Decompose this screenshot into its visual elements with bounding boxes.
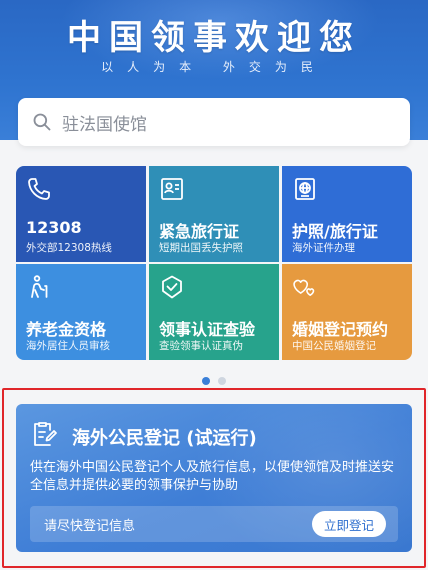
search-bar[interactable]: 驻法国使馆 xyxy=(18,98,410,146)
tile-emergency-travel-doc[interactable]: 紧急旅行证 短期出国丢失护照 xyxy=(149,166,279,262)
elderly-person-icon xyxy=(31,275,48,298)
search-icon xyxy=(33,113,51,131)
tile-title: 领事认证查验 xyxy=(159,320,256,339)
carousel-pager xyxy=(0,377,428,385)
hearts-icon xyxy=(293,279,315,297)
card-title: 海外公民登记 (试运行) xyxy=(72,428,257,449)
tile-marriage-registration[interactable]: 婚姻登记预约 中国公民婚姻登记 xyxy=(282,264,412,360)
pager-dot[interactable] xyxy=(218,377,226,385)
register-form-icon xyxy=(34,422,57,446)
shield-check-icon xyxy=(162,275,182,299)
search-input[interactable]: 驻法国使馆 xyxy=(62,110,147,135)
registration-prompt: 请尽快登记信息 xyxy=(44,518,136,534)
phone-icon xyxy=(28,178,50,200)
tile-consular-verification[interactable]: 领事认证查验 查验领事认证真伪 xyxy=(149,264,279,360)
tile-subtitle: 中国公民婚姻登记 xyxy=(292,340,376,352)
overseas-citizen-registration-card[interactable]: 海外公民登记 (试运行) 供在海外中国公民登记个人及旅行信息，以便使领馆及时推送… xyxy=(16,404,412,552)
tile-subtitle: 海外居住人员审核 xyxy=(26,340,110,352)
tile-title: 紧急旅行证 xyxy=(159,222,240,241)
id-card-icon xyxy=(161,178,183,200)
pager-dot-active[interactable] xyxy=(202,377,210,385)
registration-prompt-bar[interactable]: 请尽快登记信息 立即登记 xyxy=(30,506,398,542)
tile-pension-qualification[interactable]: 养老金资格 海外居住人员审核 xyxy=(16,264,146,360)
tile-title: 婚姻登记预约 xyxy=(292,320,389,339)
tile-title: 养老金资格 xyxy=(26,320,107,339)
tile-title: 护照/旅行证 xyxy=(292,222,378,241)
tile-subtitle: 查验领事认证真伪 xyxy=(159,340,243,352)
service-grid: 12308 外交部12308热线 紧急旅行证 短期出国丢失护照 护照/旅行证 海… xyxy=(16,166,412,360)
register-now-button[interactable]: 立即登记 xyxy=(311,511,386,537)
tile-title: 12308 xyxy=(26,218,82,237)
tile-passport[interactable]: 护照/旅行证 海外证件办理 xyxy=(282,166,412,262)
tile-subtitle: 海外证件办理 xyxy=(292,242,355,254)
card-description: 供在海外中国公民登记个人及旅行信息，以便使领馆及时推送安全信息并提供必要的领事保… xyxy=(30,460,395,493)
hero-title: 中国领事欢迎您 xyxy=(67,18,361,58)
tile-subtitle: 短期出国丢失护照 xyxy=(159,242,243,254)
hero-subtitle: 以人为本 外交为民 xyxy=(101,60,327,74)
passport-icon xyxy=(295,178,315,200)
tile-subtitle: 外交部12308热线 xyxy=(26,242,112,254)
tile-12308-hotline[interactable]: 12308 外交部12308热线 xyxy=(16,166,146,262)
